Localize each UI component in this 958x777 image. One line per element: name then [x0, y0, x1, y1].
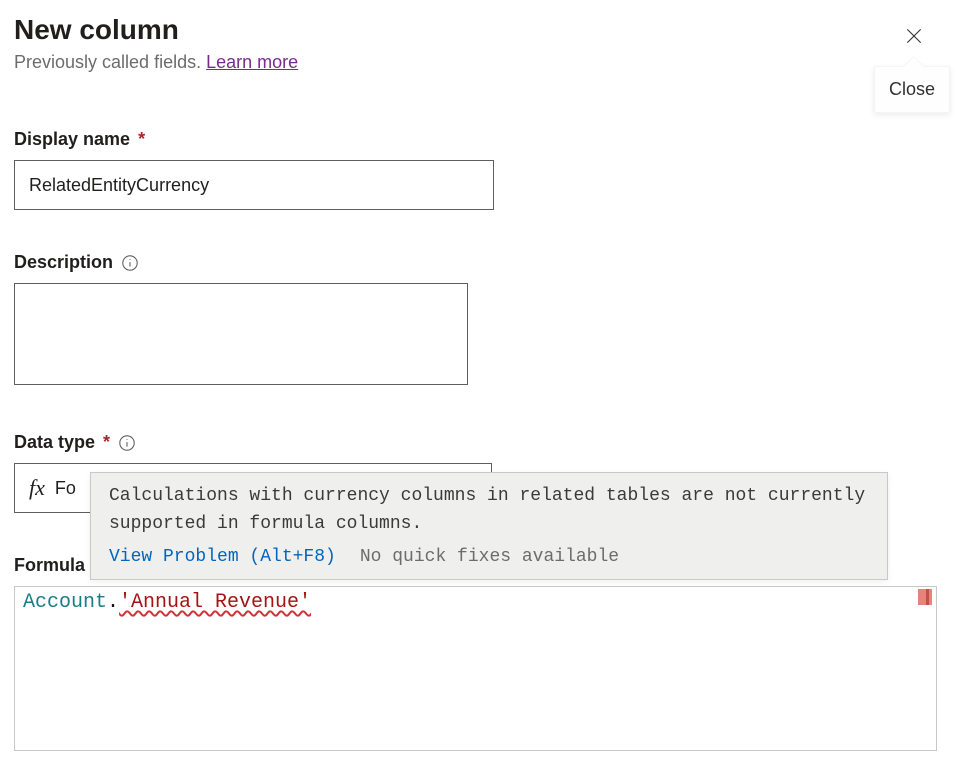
data-type-label: Data type *: [14, 432, 944, 453]
fx-icon: fx: [29, 475, 45, 501]
formula-token-object: Account: [23, 591, 107, 614]
info-icon[interactable]: [118, 434, 136, 452]
description-label-text: Description: [14, 252, 113, 273]
data-type-value: Fo: [55, 478, 76, 499]
data-type-label-text: Data type: [14, 432, 95, 453]
description-input[interactable]: [14, 283, 468, 385]
info-icon[interactable]: [121, 254, 139, 272]
required-indicator-icon: *: [138, 129, 145, 150]
formula-label-text: Formula: [14, 555, 85, 576]
subtitle: Previously called fields. Learn more: [14, 52, 944, 73]
formula-token-dot: .: [107, 591, 119, 614]
description-group: Description: [14, 252, 944, 390]
display-name-input[interactable]: [14, 160, 494, 210]
no-fixes-text: No quick fixes available: [360, 547, 619, 567]
display-name-group: Display name *: [14, 129, 944, 210]
display-name-label-text: Display name: [14, 129, 130, 150]
page-title: New column: [14, 14, 944, 46]
formula-editor[interactable]: Account.'Annual Revenue': [14, 586, 937, 751]
diagnostic-message: Calculations with currency columns in re…: [91, 473, 887, 541]
close-tooltip: Close: [874, 66, 950, 113]
display-name-label: Display name *: [14, 129, 944, 150]
formula-token-string: 'Annual Revenue': [119, 591, 311, 614]
close-icon: [904, 26, 924, 46]
required-indicator-icon: *: [103, 432, 110, 453]
learn-more-link[interactable]: Learn more: [206, 52, 298, 72]
error-marker-icon[interactable]: [918, 589, 932, 605]
diagnostic-popup: Calculations with currency columns in re…: [90, 472, 888, 580]
formula-group: Formula Account.'Annual Revenue': [14, 555, 944, 751]
view-problem-link[interactable]: View Problem (Alt+F8): [109, 547, 336, 567]
subtitle-text: Previously called fields.: [14, 52, 206, 72]
description-label: Description: [14, 252, 944, 273]
close-button[interactable]: [898, 20, 930, 52]
